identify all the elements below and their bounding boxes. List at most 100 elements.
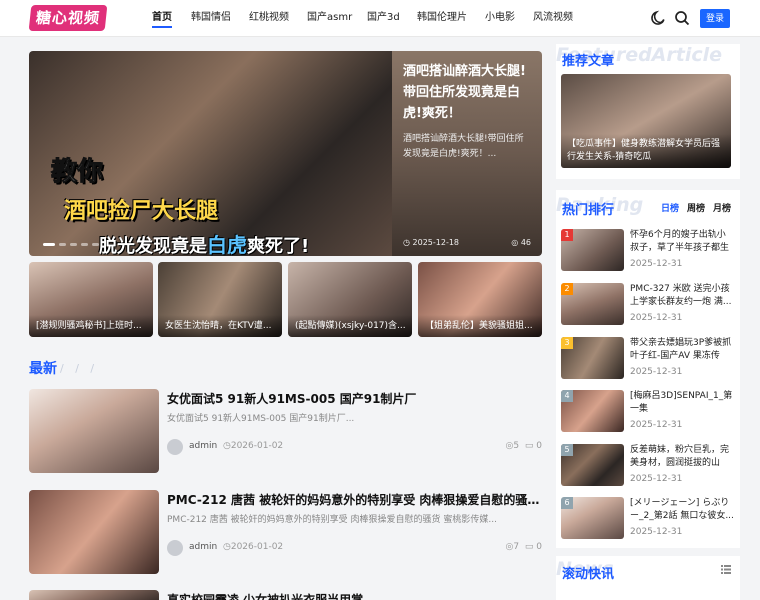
featured-thumb[interactable]: 女医生沈怡晴，在KTV遭... bbox=[158, 262, 282, 337]
ranking-item-title[interactable]: 反差萌妹，粉穴巨乳，完美身材，圆润挺拔的山峰，... bbox=[630, 444, 734, 470]
thumb-caption: 【姐弟乱伦】美貌骚姐姐... bbox=[418, 315, 542, 337]
slider-dot[interactable] bbox=[81, 243, 88, 246]
ranking-thumbnail[interactable]: 6 bbox=[561, 497, 624, 539]
ranking-item-date: 2025-12-31 bbox=[630, 259, 683, 269]
recommend-image[interactable]: 【吃瓜事件】健身教练潜解女学员后强行发生关系-猜奇吃瓜 bbox=[561, 74, 731, 168]
post-thumbnail[interactable] bbox=[29, 389, 159, 473]
nav-short-films[interactable]: 小电影 bbox=[485, 0, 515, 36]
rank-number: 2 bbox=[561, 283, 573, 295]
slider-dot[interactable] bbox=[43, 243, 55, 246]
hero-views: ◎ 46 bbox=[511, 238, 531, 247]
site-logo[interactable]: 糖心视频 bbox=[28, 5, 108, 31]
post-date: ◷2026-01-02 bbox=[223, 542, 283, 552]
ranking-title: 热门排行 bbox=[562, 203, 615, 218]
avatar[interactable] bbox=[167, 439, 183, 455]
ranking-item-date: 2025-12-31 bbox=[630, 527, 683, 537]
post-date-text: 2026-01-02 bbox=[230, 441, 284, 451]
slider-dots bbox=[43, 243, 99, 246]
post-title[interactable]: PMC-212 唐茜 被轮奸的妈妈意外的特别享受 肉棒狠操爱自慰的骚货 蜜桃影.… bbox=[167, 491, 542, 508]
hero-overlay-text-2: 酒吧捡尸大长腿 bbox=[64, 199, 219, 224]
ranking-thumbnail[interactable]: 1 bbox=[561, 229, 624, 271]
hero-slide-image[interactable]: 教你 酒吧捡尸大长腿 脱光发现竟是白虎爽死了! bbox=[29, 51, 392, 256]
post-excerpt: 女优面试5 91新人91MS-005 国产91制片厂... bbox=[167, 414, 355, 424]
hero-overlay-highlight: 白虎 bbox=[207, 233, 247, 256]
ranking-item-date: 2025-12-31 bbox=[630, 367, 683, 377]
eye-icon: ◎ bbox=[511, 238, 521, 247]
ranking-thumbnail[interactable]: 2 bbox=[561, 283, 624, 325]
post-author[interactable]: admin bbox=[189, 441, 217, 451]
post-author[interactable]: admin bbox=[189, 542, 217, 552]
post-comments: 0 bbox=[536, 441, 542, 451]
rank-number: 6 bbox=[561, 497, 573, 509]
post-views: 7 bbox=[513, 542, 520, 552]
hero-title[interactable]: 酒吧搭讪醉酒大长腿!带回住所发现竟是白虎!爽死！ bbox=[403, 61, 531, 124]
post-date: ◷2026-01-02 bbox=[223, 441, 283, 451]
nav-asmr[interactable]: 国产asmr bbox=[307, 0, 352, 36]
ranking-item-date: 2025-12-31 bbox=[630, 420, 683, 430]
post-stats: ◎5 ▭ 0 bbox=[506, 441, 542, 451]
rank-number: 5 bbox=[561, 444, 573, 456]
post-views: 5 bbox=[513, 441, 520, 451]
hero-description: 酒吧搭讪醉酒大长腿!带回住所发现竟是白虎!爽死！... bbox=[403, 134, 524, 159]
recommend-card: FeaturedArticle 推荐文章 【吃瓜事件】健身教练潜解女学员后强行发… bbox=[556, 44, 740, 179]
hero-date: ◷ 2025-12-18 bbox=[403, 238, 459, 247]
slider-dot[interactable] bbox=[70, 243, 77, 246]
featured-thumb[interactable]: (起點傳媒)(xsjky-017)含... bbox=[288, 262, 412, 337]
ranking-item-date: 2025-12-31 bbox=[630, 313, 683, 323]
hero-overlay-text-1: 教你 bbox=[50, 157, 104, 188]
ranking-thumbnail[interactable]: 4 bbox=[561, 390, 624, 432]
clock-icon: ◷ bbox=[403, 238, 413, 247]
nav-3d[interactable]: 国产3d bbox=[367, 0, 400, 36]
post-title[interactable]: 真实校园霸凌 少女被扒光衣服当用掌 bbox=[167, 591, 542, 600]
clock-icon: ◷ bbox=[223, 542, 231, 552]
post-meta: admin ◷2026-01-02 ◎7 ▭ 0 bbox=[167, 540, 542, 556]
ranking-tabs: 日榜 周榜 月榜 bbox=[661, 201, 731, 214]
thumb-caption: 女医生沈怡晴，在KTV遭... bbox=[158, 315, 282, 337]
ranking-item-title[interactable]: [梅麻呂3D]SENPAI_1_第一集 bbox=[630, 390, 734, 416]
rank-number: 4 bbox=[561, 390, 573, 402]
featured-thumb[interactable]: [潜规则骚鸡秘书]上班时... bbox=[29, 262, 153, 337]
recommend-caption[interactable]: 【吃瓜事件】健身教练潜解女学员后强行发生关系-猜奇吃瓜 bbox=[561, 134, 731, 168]
ranking-thumbnail[interactable]: 5 bbox=[561, 444, 624, 486]
post-excerpt: PMC-212 唐茜 被轮奸的妈妈意外的特别享受 肉棒狠操爱自慰的骚货 蜜桃影传… bbox=[167, 515, 497, 525]
search-icon[interactable] bbox=[674, 10, 690, 26]
hero-side-panel[interactable]: 酒吧搭讪醉酒大长腿!带回住所发现竟是白虎!爽死！ 酒吧搭讪醉酒大长腿!带回住所发… bbox=[392, 51, 542, 256]
thumb-caption: (起點傳媒)(xsjky-017)含... bbox=[288, 315, 412, 337]
tab-monthly[interactable]: 月榜 bbox=[713, 201, 731, 214]
featured-thumb[interactable]: 【姐弟乱伦】美貌骚姐姐... bbox=[418, 262, 542, 337]
list-icon[interactable] bbox=[721, 565, 731, 574]
comment-icon: ▭ bbox=[524, 542, 534, 552]
ranking-thumbnail[interactable]: 3 bbox=[561, 337, 624, 379]
post-meta: admin ◷2026-01-02 ◎5 ▭ 0 bbox=[167, 439, 542, 455]
login-button[interactable]: 登录 bbox=[700, 9, 730, 28]
recommend-title: 推荐文章 bbox=[562, 54, 615, 69]
ranking-item-title[interactable]: 带父亲去嫖娼玩3P爹被抓 叶子红-国产AV 果冻传媒... bbox=[630, 337, 734, 363]
post-thumbnail[interactable] bbox=[29, 490, 159, 574]
news-title: 滚动快讯 bbox=[562, 567, 615, 582]
post-thumbnail[interactable] bbox=[29, 590, 159, 600]
post-comments: 0 bbox=[536, 542, 542, 552]
comment-icon: ▭ bbox=[524, 441, 534, 451]
nav-korean-couples[interactable]: 韩国情侣 bbox=[191, 0, 231, 36]
nav-korean-ethics[interactable]: 韩国伦理片 bbox=[417, 0, 467, 36]
nav-home[interactable]: 首页 bbox=[152, 0, 172, 36]
ranking-item-title[interactable]: PMC-327 米欧 送完小孩上学家长群友约一炮 满... bbox=[630, 283, 734, 309]
rank-number: 3 bbox=[561, 337, 573, 349]
tab-weekly[interactable]: 周榜 bbox=[687, 201, 705, 214]
hero-overlay-text-3: 脱光发现竟是白虎爽死了! bbox=[99, 229, 309, 256]
top-header: 糖心视频 首页 韩国情侣 红桃视频 国产asmr 国产3d 韩国伦理片 小电影 … bbox=[0, 0, 760, 37]
ranking-item-title[interactable]: [メリージェーン] らぶりー_2_第2話 無口な彼女... bbox=[630, 497, 734, 523]
hero-views-count: 46 bbox=[520, 238, 531, 247]
avatar[interactable] bbox=[167, 540, 183, 556]
slider-dot[interactable] bbox=[92, 243, 99, 246]
thumb-caption: [潜规则骚鸡秘书]上班时... bbox=[29, 315, 153, 337]
moon-icon[interactable] bbox=[650, 10, 666, 26]
nav-red-peach-video[interactable]: 红桃视频 bbox=[249, 0, 289, 36]
tab-daily[interactable]: 日榜 bbox=[661, 201, 679, 214]
slider-dot[interactable] bbox=[59, 243, 66, 246]
hero-date-text: 2025-12-18 bbox=[412, 238, 460, 247]
hero-overlay-text-3c: 爽死了! bbox=[247, 236, 310, 256]
post-title[interactable]: 女优面试5 91新人91MS-005 国产91制片厂 bbox=[167, 390, 542, 407]
nav-romance-video[interactable]: 风流视频 bbox=[533, 0, 573, 36]
ranking-item-title[interactable]: 怀孕6个月的嫂子出轨小叔子，草了半年孩子都生下... bbox=[630, 229, 734, 255]
